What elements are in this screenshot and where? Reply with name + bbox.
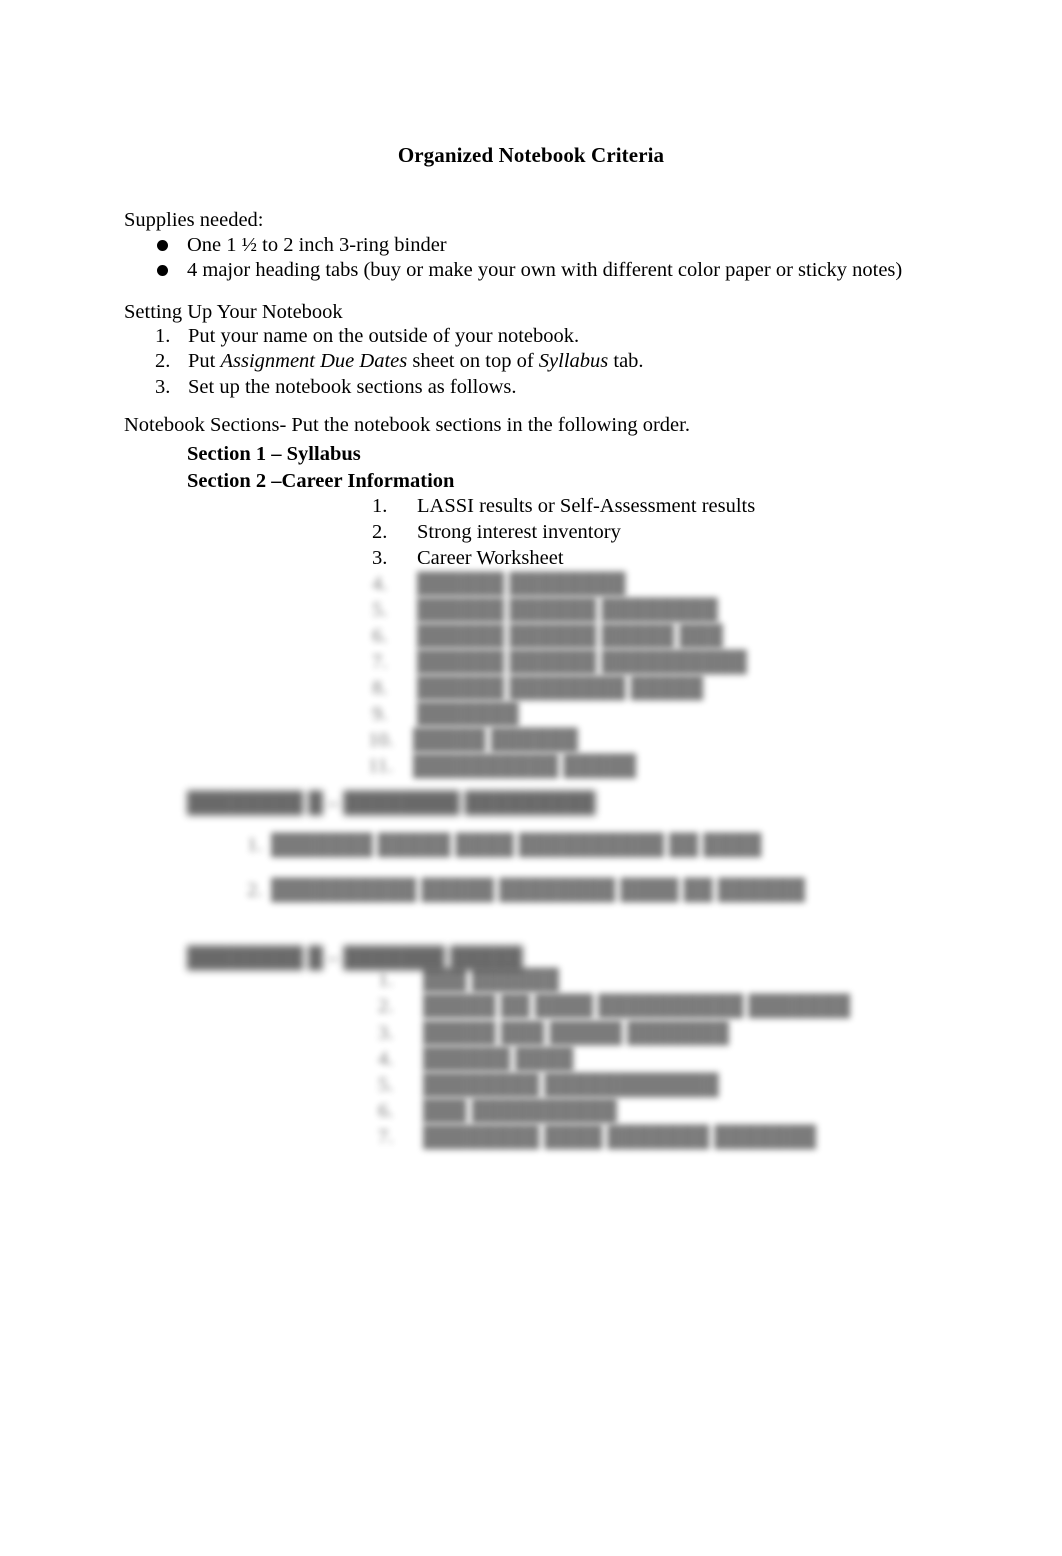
- list-item-number: 2.: [247, 879, 263, 901]
- list-item-number: 1.: [247, 834, 263, 856]
- illegible-text: ██████ ████: [423, 1048, 574, 1070]
- illegible-text: ████████ ████ ███████ ███████: [423, 1126, 817, 1148]
- bullet-icon: [157, 265, 168, 276]
- illegible-text: ███ ██████████: [423, 1100, 617, 1122]
- list-item-number: 7.: [372, 651, 388, 673]
- list-item-label: Career Worksheet: [417, 547, 564, 569]
- supplies-heading: Supplies needed:: [124, 209, 264, 231]
- setting-up-heading: Setting Up Your Notebook: [124, 301, 343, 323]
- list-item-label: Set up the notebook sections as follows.: [188, 376, 517, 398]
- list-item-number: 5.: [372, 599, 388, 621]
- illegible-text: ██████████ █████ ████████ ████ ██ ██████: [271, 879, 805, 901]
- list-item-number: 9.: [372, 703, 388, 725]
- list-item-label: Put Assignment Due Dates sheet on top of…: [188, 350, 644, 372]
- list-item-number: 6.: [372, 625, 388, 647]
- list-item-number: 1.: [378, 969, 394, 991]
- illegible-text: ██████ ████████: [417, 573, 626, 595]
- list-item-label: LASSI results or Self-Assessment results: [417, 495, 756, 517]
- list-item-number: 3.: [378, 1022, 394, 1044]
- list-item-number: 2.: [378, 995, 394, 1017]
- list-item-number: 2.: [372, 521, 388, 543]
- list-item-number: 2.: [155, 350, 171, 372]
- list-item-number: 7.: [378, 1126, 394, 1148]
- list-item-number: 11.: [368, 755, 393, 777]
- notebook-sections-heading: Notebook Sections- Put the notebook sect…: [124, 414, 690, 436]
- illegible-text: ██████ ██████ ████████: [417, 599, 718, 621]
- bullet-icon: [157, 240, 168, 251]
- list-item-number: 4.: [378, 1048, 394, 1070]
- list-item-label: One 1 ½ to 2 inch 3-ring binder: [187, 234, 447, 256]
- page-title: Organized Notebook Criteria: [397, 143, 665, 167]
- list-item-number: 10.: [368, 729, 394, 751]
- illegible-text: █████ ██████: [413, 729, 578, 751]
- list-item-number: 8.: [372, 677, 388, 699]
- list-item-number: 1.: [155, 325, 171, 347]
- illegible-text: ███ ██████: [423, 969, 559, 991]
- list-item-number: 3.: [155, 376, 171, 398]
- section-2-heading: Section 2 –Career Information: [187, 470, 455, 492]
- illegible-text: ███████ █████ ████ ██████████ ██ ████: [271, 834, 762, 856]
- illegible-text: ██████ ████████ █████: [417, 677, 704, 699]
- list-item-label: Put your name on the outside of your not…: [188, 325, 580, 347]
- illegible-text: ██████ ██████ █████ ███: [417, 625, 723, 647]
- illegible-text: ██████████ █████: [413, 755, 636, 777]
- section-3-heading: ████████ █ – ████████ █████████: [187, 792, 596, 814]
- list-item-label: 4 major heading tabs (buy or make your o…: [187, 259, 903, 281]
- list-item-label: Strong interest inventory: [417, 521, 621, 543]
- document-page: Organized Notebook Criteria Supplies nee…: [0, 0, 1062, 1556]
- illegible-text: █████ ██ ████ ██████████ ███████: [423, 995, 851, 1017]
- list-item-number: 5.: [378, 1074, 394, 1096]
- list-item-number: 6.: [378, 1100, 394, 1122]
- list-item-number: 4.: [372, 573, 388, 595]
- illegible-text: ██████ ██████ ██████████: [417, 651, 747, 673]
- illegible-text: ███████: [417, 703, 519, 725]
- list-item-number: 1.: [372, 495, 388, 517]
- illegible-text: █████ ███ █████ ███████: [423, 1022, 729, 1044]
- illegible-text: ████████ ████████████: [423, 1074, 719, 1096]
- section-1-heading: Section 1 – Syllabus: [187, 443, 361, 465]
- list-item-number: 3.: [372, 547, 388, 569]
